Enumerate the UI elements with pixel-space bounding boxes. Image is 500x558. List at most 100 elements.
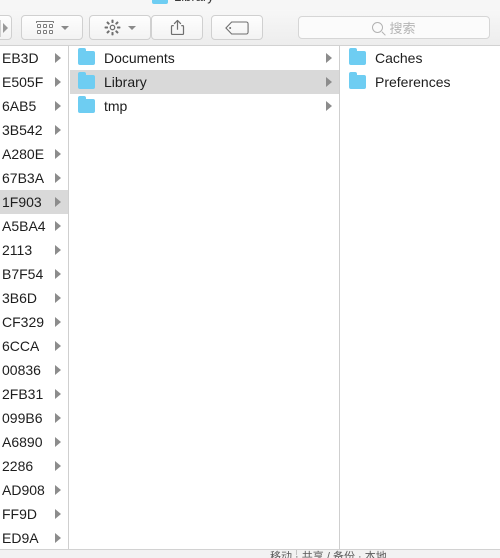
disclosure-arrow-icon[interactable] (55, 389, 61, 399)
share-button[interactable] (151, 15, 203, 40)
list-item-label: 2286 (2, 458, 34, 474)
folder-icon (78, 48, 95, 65)
chevron-down-icon[interactable] (60, 25, 69, 30)
disclosure-arrow-icon[interactable] (55, 197, 61, 207)
chevron-down-icon[interactable] (128, 25, 136, 30)
list-item-label: 3B6D (2, 290, 38, 306)
list-item-label: 6CCA (2, 338, 40, 354)
list-item[interactable]: 2286 (0, 454, 68, 478)
action-menu-button[interactable] (89, 15, 151, 40)
list-item[interactable]: 3B6D (0, 286, 68, 310)
proxy-folder-icon (152, 0, 168, 4)
column-container-contents[interactable]: Documents Library tmp (70, 46, 340, 558)
list-item[interactable]: E505F (0, 70, 68, 94)
finder-window: Library (0, 0, 500, 558)
list-item[interactable]: 00836 (0, 358, 68, 382)
disclosure-arrow-icon[interactable] (55, 485, 61, 495)
list-item[interactable]: 2113 (0, 238, 68, 262)
list-item-label: FF9D (2, 506, 37, 522)
list-item[interactable]: 099B6 (0, 406, 68, 430)
share-icon (170, 19, 184, 36)
forward-arrow-icon[interactable] (3, 23, 8, 33)
list-item[interactable]: A280E (0, 142, 68, 166)
column-library-contents[interactable]: Caches Preferences (341, 46, 500, 558)
list-item[interactable]: Documents (70, 46, 339, 70)
disclosure-arrow-icon[interactable] (326, 101, 332, 111)
disclosure-arrow-icon[interactable] (55, 293, 61, 303)
folder-icon (78, 72, 95, 89)
disclosure-arrow-icon[interactable] (326, 77, 332, 87)
list-item[interactable]: Preferences (341, 70, 500, 94)
disclosure-arrow-icon[interactable] (55, 317, 61, 327)
list-item-label: Library (104, 74, 147, 90)
list-item-label: Caches (375, 50, 423, 66)
search-input[interactable]: 搜索 (298, 16, 490, 39)
disclosure-arrow-icon[interactable] (55, 53, 61, 63)
disclosure-arrow-icon[interactable] (55, 461, 61, 471)
disclosure-arrow-icon[interactable] (55, 365, 61, 375)
list-item[interactable]: tmp (70, 94, 339, 118)
list-item-label: 67B3A (2, 170, 45, 186)
list-item[interactable]: FF9D (0, 502, 68, 526)
back-forward-segmented-control[interactable] (0, 15, 12, 40)
disclosure-arrow-icon[interactable] (55, 533, 61, 543)
disclosure-arrow-icon[interactable] (55, 149, 61, 159)
list-item-label: A280E (2, 146, 45, 162)
tag-button[interactable] (211, 15, 263, 40)
list-item-label: 00836 (2, 362, 41, 378)
window-title: Library (174, 0, 214, 4)
grid-view-icon (35, 20, 54, 35)
folder-icon (78, 96, 95, 113)
disclosure-arrow-icon[interactable] (55, 245, 61, 255)
disclosure-arrow-icon[interactable] (55, 437, 61, 447)
list-item[interactable]: Caches (341, 46, 500, 70)
disclosure-arrow-icon[interactable] (55, 101, 61, 111)
list-item-label: B7F54 (2, 266, 44, 282)
disclosure-arrow-icon[interactable] (55, 341, 61, 351)
list-item-label: 6AB5 (2, 98, 37, 114)
list-item[interactable]: 6AB5 (0, 94, 68, 118)
disclosure-arrow-icon[interactable] (55, 413, 61, 423)
folder-icon (349, 48, 366, 65)
window-title-bar: Library (0, 0, 500, 10)
disclosure-arrow-icon[interactable] (326, 53, 332, 63)
list-item[interactable]: 6CCA (0, 334, 68, 358)
list-item[interactable]: 2FB31 (0, 382, 68, 406)
segment-divider (0, 20, 1, 37)
path-bar: 移动 · 共享 / 备份 · 本地 (0, 549, 500, 558)
search-icon (372, 22, 384, 33)
list-item[interactable]: A5BA4 (0, 214, 68, 238)
gear-icon (104, 19, 121, 36)
view-mode-button[interactable] (21, 15, 83, 40)
column-containers[interactable]: EB3D E505F 6AB5 3B542 A280E 67B3A 1F903 A5BA4 21… (0, 46, 69, 558)
list-item[interactable]: 67B3A (0, 166, 68, 190)
disclosure-arrow-icon[interactable] (55, 509, 61, 519)
list-item-label: E505F (2, 74, 44, 90)
list-item-label: A5BA4 (2, 218, 46, 234)
list-item[interactable]: 3B542 (0, 118, 68, 142)
list-item-label: 2FB31 (2, 386, 44, 402)
tag-icon (225, 20, 249, 35)
path-bar-label: 移动 · 共享 / 备份 · 本地 (270, 551, 387, 558)
list-item[interactable]: CF329 (0, 310, 68, 334)
list-item[interactable]: 1F903 (0, 190, 68, 214)
disclosure-arrow-icon[interactable] (55, 269, 61, 279)
disclosure-arrow-icon[interactable] (55, 173, 61, 183)
list-item-label: AD908 (2, 482, 45, 498)
toolbar: 搜索 (0, 10, 500, 46)
list-item-label: CF329 (2, 314, 45, 330)
list-item-label: tmp (104, 98, 128, 114)
list-item[interactable]: AD908 (0, 478, 68, 502)
list-item-label: 099B6 (2, 410, 43, 426)
list-item-label: A6890 (2, 434, 43, 450)
list-item-label: Documents (104, 50, 175, 66)
list-item[interactable]: EB3D (0, 46, 68, 70)
list-item[interactable]: Library (70, 70, 339, 94)
disclosure-arrow-icon[interactable] (55, 77, 61, 87)
disclosure-arrow-icon[interactable] (55, 125, 61, 135)
list-item[interactable]: A6890 (0, 430, 68, 454)
folder-icon (349, 72, 366, 89)
list-item[interactable]: ED9A (0, 526, 68, 550)
list-item[interactable]: B7F54 (0, 262, 68, 286)
disclosure-arrow-icon[interactable] (55, 221, 61, 231)
